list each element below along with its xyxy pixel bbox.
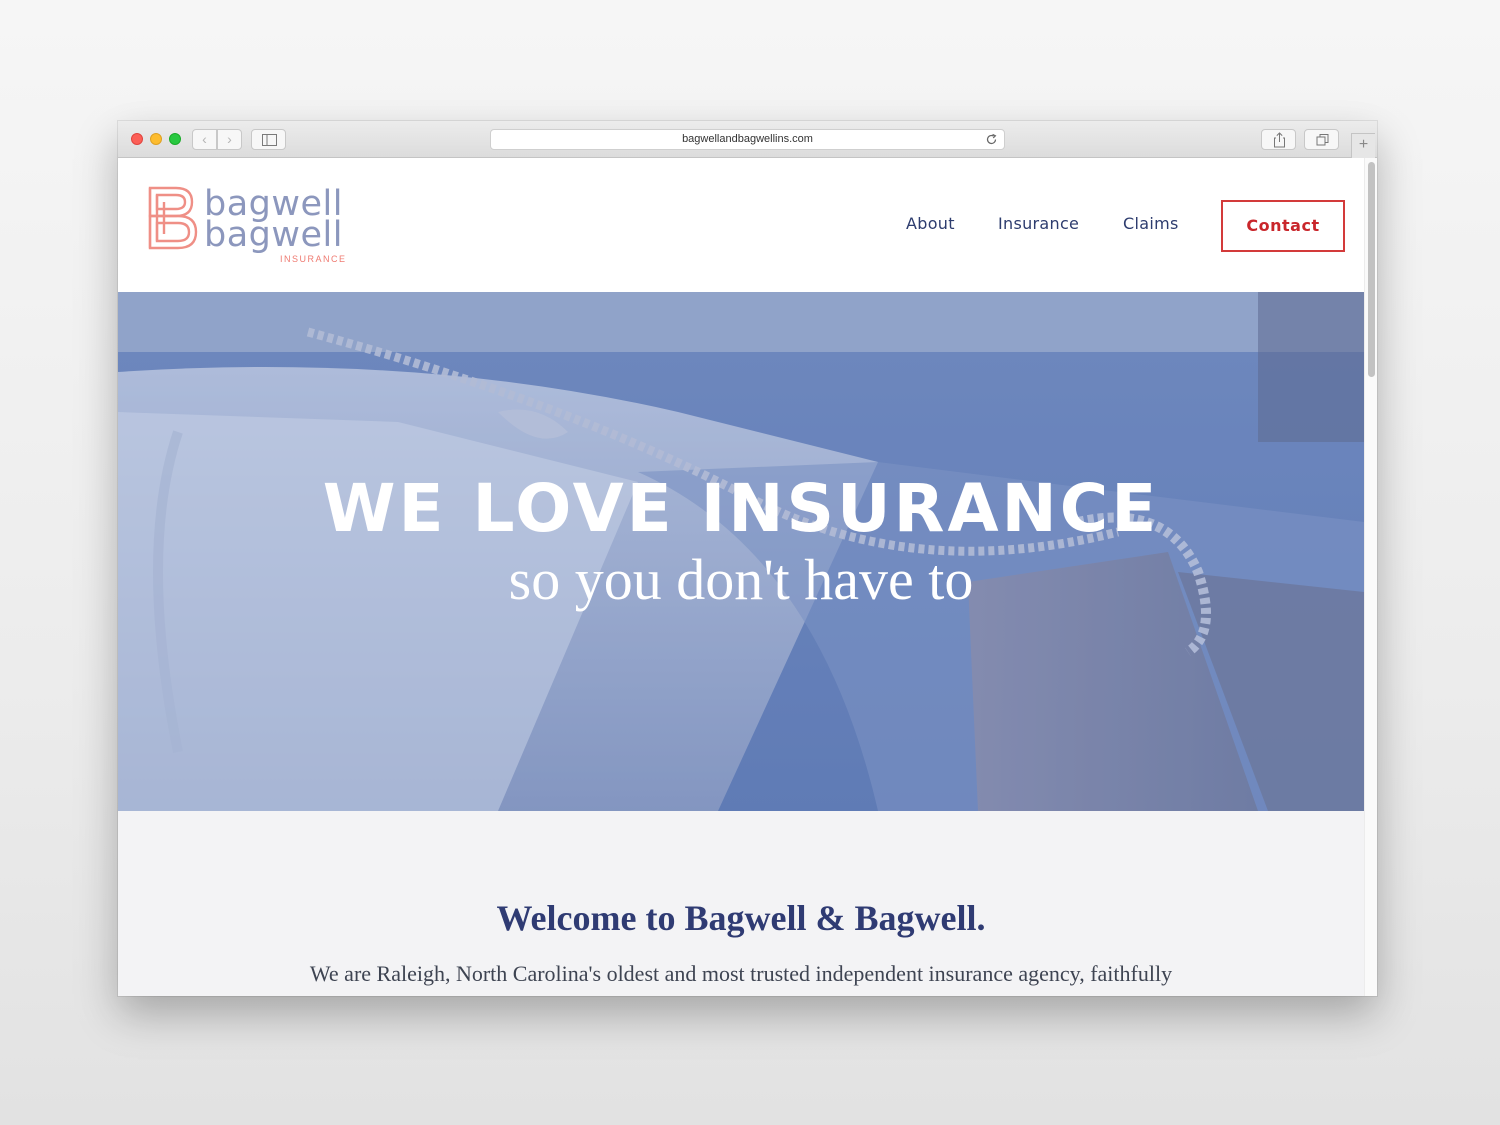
sidebar-icon (262, 134, 277, 146)
hero-headline: WE LOVE INSURANCE (322, 470, 1160, 547)
logo-text-line2: bagwell (204, 215, 343, 255)
address-bar[interactable]: bagwellandbagwellins.com (490, 129, 1005, 150)
sidebar-toggle-button[interactable] (251, 129, 286, 150)
close-window-button[interactable] (131, 133, 143, 145)
page-scrollbar[interactable] (1364, 158, 1377, 996)
nav-link-insurance[interactable]: Insurance (998, 214, 1079, 233)
back-button[interactable]: ‹ (192, 129, 217, 150)
new-tab-button[interactable]: + (1351, 133, 1375, 158)
logo-tagline: INSURANCE (280, 254, 347, 264)
tabs-icon (1316, 134, 1329, 146)
url-text: bagwellandbagwellins.com (682, 133, 813, 145)
site-logo[interactable]: bagwell bagwell INSURANCE (148, 184, 358, 268)
logo-b-monogram-icon (148, 186, 198, 250)
browser-toolbar: ‹ › bagwellandbagwellins.com + (118, 121, 1377, 158)
hero-banner: WE LOVE INSURANCE so you don't have to (118, 292, 1364, 811)
share-icon (1274, 132, 1285, 148)
reload-icon[interactable] (985, 133, 998, 146)
welcome-heading: Welcome to Bagwell & Bagwell. (496, 898, 986, 938)
contact-button[interactable]: Contact (1221, 200, 1345, 252)
welcome-paragraph: We are Raleigh, North Carolina's oldest … (309, 961, 1173, 986)
chevron-left-icon: ‹ (202, 131, 207, 147)
welcome-section: Welcome to Bagwell & Bagwell. We are Ral… (118, 811, 1364, 996)
forward-button[interactable]: › (217, 129, 242, 150)
hero-subheadline: so you don't have to (508, 547, 974, 612)
show-tabs-button[interactable] (1304, 129, 1339, 150)
site-header: bagwell bagwell INSURANCE About Insuranc… (118, 158, 1364, 292)
scrollbar-thumb[interactable] (1368, 162, 1375, 377)
browser-window: ‹ › bagwellandbagwellins.com + bagwell b… (118, 121, 1377, 996)
plus-icon: + (1358, 136, 1369, 153)
web-page: bagwell bagwell INSURANCE About Insuranc… (118, 158, 1364, 996)
chevron-right-icon: › (227, 131, 232, 147)
nav-link-about[interactable]: About (906, 214, 955, 233)
minimize-window-button[interactable] (150, 133, 162, 145)
nav-link-claims[interactable]: Claims (1123, 214, 1179, 233)
zoom-window-button[interactable] (169, 133, 181, 145)
share-button[interactable] (1261, 129, 1296, 150)
